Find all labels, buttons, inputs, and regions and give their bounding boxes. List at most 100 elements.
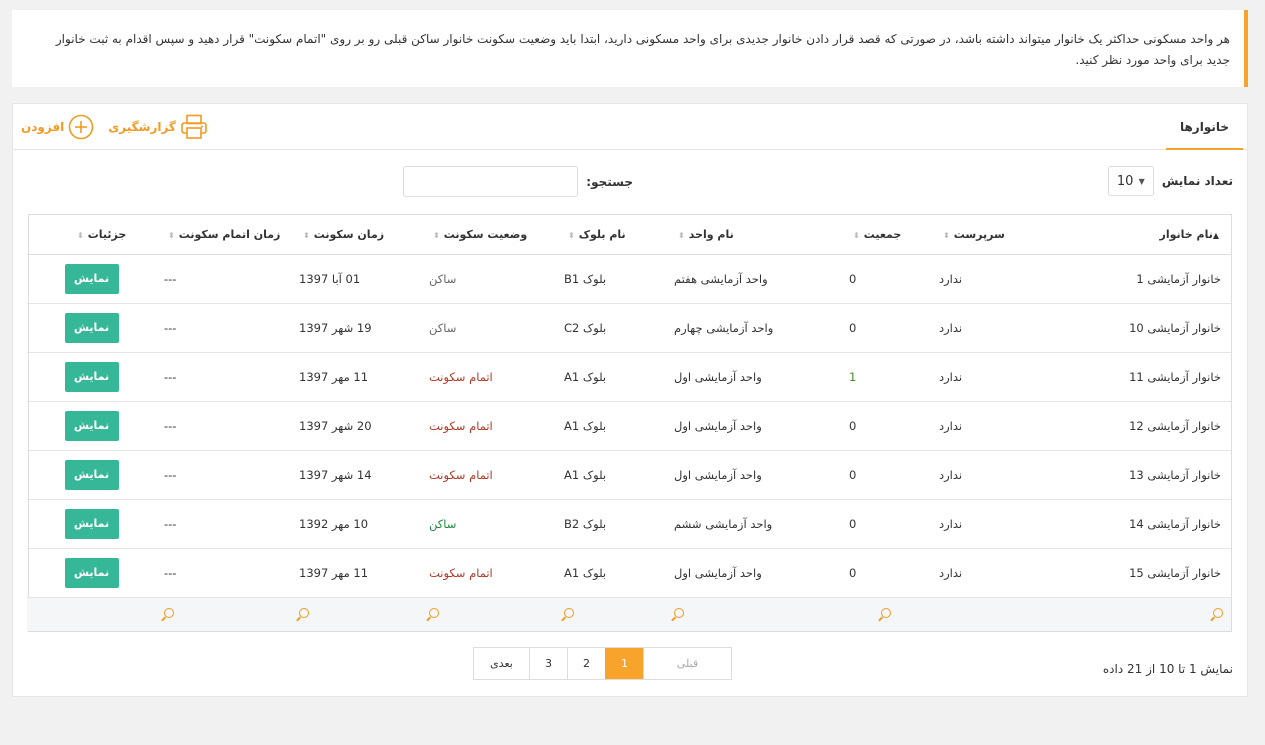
col-parent[interactable]: سرپرست⬍ [931, 215, 1081, 255]
cell-details: نمایش [27, 254, 156, 304]
notice-box: هر واحد مسکونی حداکثر یک خانوار میتواند … [12, 10, 1248, 87]
cell-status-text: اتمام سکونت [429, 467, 493, 482]
cell-details: نمایش [27, 352, 156, 402]
cell-status-text: ساکن [429, 271, 457, 286]
show-button[interactable]: نمایش [64, 459, 119, 490]
col-status[interactable]: وضعیت سکونت⬍ [421, 215, 556, 255]
cell-end-text: --- [164, 369, 177, 384]
cell-end: --- [156, 499, 291, 549]
cell-details: نمایش [27, 499, 156, 549]
cell-end-text: --- [164, 418, 177, 433]
cell-block: بلوک A1 [556, 450, 666, 500]
tab-households[interactable]: خانوارها [1165, 104, 1243, 150]
show-button[interactable]: نمایش [64, 361, 119, 392]
column-search-details [27, 597, 156, 631]
show-button[interactable]: نمایش [64, 263, 119, 294]
cell-details: نمایش [27, 303, 156, 353]
column-search-block[interactable] [556, 597, 666, 631]
cell-name-text: خانوار آزمایشی 13 [1129, 467, 1221, 482]
cell-name: خانوار آزمایشی 15 [1081, 548, 1231, 598]
cell-details: نمایش [27, 450, 156, 500]
cell-population: 0 [841, 254, 931, 304]
cell-unit: واحد آزمایشی اول [666, 450, 841, 500]
cell-start-text: 14 شهر 1397 [299, 467, 372, 482]
col-block[interactable]: نام بلوک⬍ [556, 215, 666, 255]
length-control: تعداد نمایش 10 ▼ [1107, 166, 1233, 196]
search-icon [1213, 608, 1223, 619]
cell-block: بلوک A1 [556, 401, 666, 451]
cell-name-text: خانوار آزمایشی 14 [1129, 516, 1221, 531]
cell-end-text: --- [164, 467, 177, 482]
sort-icon: ⬍ [433, 230, 440, 240]
col-population[interactable]: جمعیت⬍ [841, 215, 931, 255]
cell-parent-text: ندارد [939, 369, 963, 384]
cell-status: ساکن [421, 499, 556, 549]
cell-parent: ندارد [931, 352, 1081, 402]
column-search-name[interactable] [1081, 597, 1231, 631]
cell-unit: واحد آزمایشی اول [666, 548, 841, 598]
cell-unit-text: واحد آزمایشی اول [674, 369, 762, 384]
cell-end-text: --- [164, 320, 177, 335]
col-name[interactable]: ▲نام خانوار [1081, 215, 1231, 255]
cell-parent: ندارد [931, 450, 1081, 500]
cell-block-text: بلوک A1 [564, 565, 607, 580]
column-search-parent[interactable] [931, 597, 1081, 631]
cell-start-text: 11 مهر 1397 [299, 369, 369, 384]
table-row: خانوار آزمایشی 12 ندارد 0 واحد آزمایشی اول ب… [27, 401, 1231, 451]
column-search-unit[interactable] [666, 597, 841, 631]
prev-page-button[interactable]: قبلی [643, 648, 731, 679]
col-start[interactable]: زمان سکونت⬍ [291, 215, 421, 255]
cell-status-text: ساکن [429, 516, 457, 531]
page-2-button[interactable]: 2 [567, 648, 605, 679]
column-search-end[interactable] [156, 597, 291, 631]
column-search-status[interactable] [421, 597, 556, 631]
show-button[interactable]: نمایش [64, 410, 119, 441]
length-value: 10 [1116, 173, 1134, 189]
cell-block: بلوک B2 [556, 499, 666, 549]
cell-end: --- [156, 352, 291, 402]
cell-population-text: 0 [849, 565, 857, 580]
cell-population-text: 0 [849, 418, 857, 433]
column-search-start[interactable] [291, 597, 421, 631]
length-select[interactable]: 10 ▼ [1107, 166, 1154, 196]
households-table: ▲نام خانوار سرپرست⬍ جمعیت⬍ نام واحد⬍ نام… [27, 214, 1232, 632]
cell-status: ساکن [421, 254, 556, 304]
report-button[interactable]: گزارشگیری [108, 114, 208, 140]
cell-block-text: بلوک A1 [564, 467, 607, 482]
add-button[interactable]: افزودن [21, 114, 94, 140]
cell-unit-text: واحد آزمایشی ششم [674, 516, 773, 531]
cell-unit-text: واحد آزمایشی اول [674, 418, 762, 433]
cell-parent-text: ندارد [939, 418, 963, 433]
search-input[interactable] [403, 166, 579, 197]
cell-parent: ندارد [931, 401, 1081, 451]
cell-end: --- [156, 401, 291, 451]
cell-start-text: 20 شهر 1397 [299, 418, 372, 433]
cell-parent: ندارد [931, 303, 1081, 353]
cell-parent: ندارد [931, 254, 1081, 304]
table-row: خانوار آزمایشی 14 ندارد 0 واحد آزمایشی ششم ب… [27, 499, 1231, 549]
search-icon [881, 608, 891, 619]
show-button[interactable]: نمایش [64, 312, 119, 343]
next-page-button[interactable]: بعدی [474, 648, 529, 679]
cell-parent: ندارد [931, 499, 1081, 549]
show-button[interactable]: نمایش [64, 557, 119, 588]
printer-icon [180, 114, 208, 140]
caret-down-icon: ▼ [1138, 176, 1145, 186]
cell-unit: واحد آزمایشی اول [666, 352, 841, 402]
cell-name: خانوار آزمایشی 11 [1081, 352, 1231, 402]
search-icon [164, 608, 174, 619]
show-button[interactable]: نمایش [64, 508, 119, 539]
page-3-button[interactable]: 3 [529, 648, 567, 679]
column-search-population[interactable] [841, 597, 931, 631]
cell-population-text: 0 [849, 320, 857, 335]
cell-population-text: 0 [849, 467, 857, 482]
page-1-button[interactable]: 1 [605, 648, 643, 679]
cell-unit: واحد آزمایشی ششم [666, 499, 841, 549]
table-row: خانوار آزمایشی 1 ندارد 0 واحد آزمایشی هفتم ب… [27, 254, 1231, 304]
col-end[interactable]: زمان اتمام سکونت⬍ [156, 215, 291, 255]
col-details[interactable]: جزئیات⬍ [27, 215, 156, 255]
add-label: افزودن [21, 120, 65, 134]
cell-unit-text: واحد آزمایشی هفتم [674, 271, 768, 286]
column-search-row [27, 597, 1231, 631]
col-unit[interactable]: نام واحد⬍ [666, 215, 841, 255]
